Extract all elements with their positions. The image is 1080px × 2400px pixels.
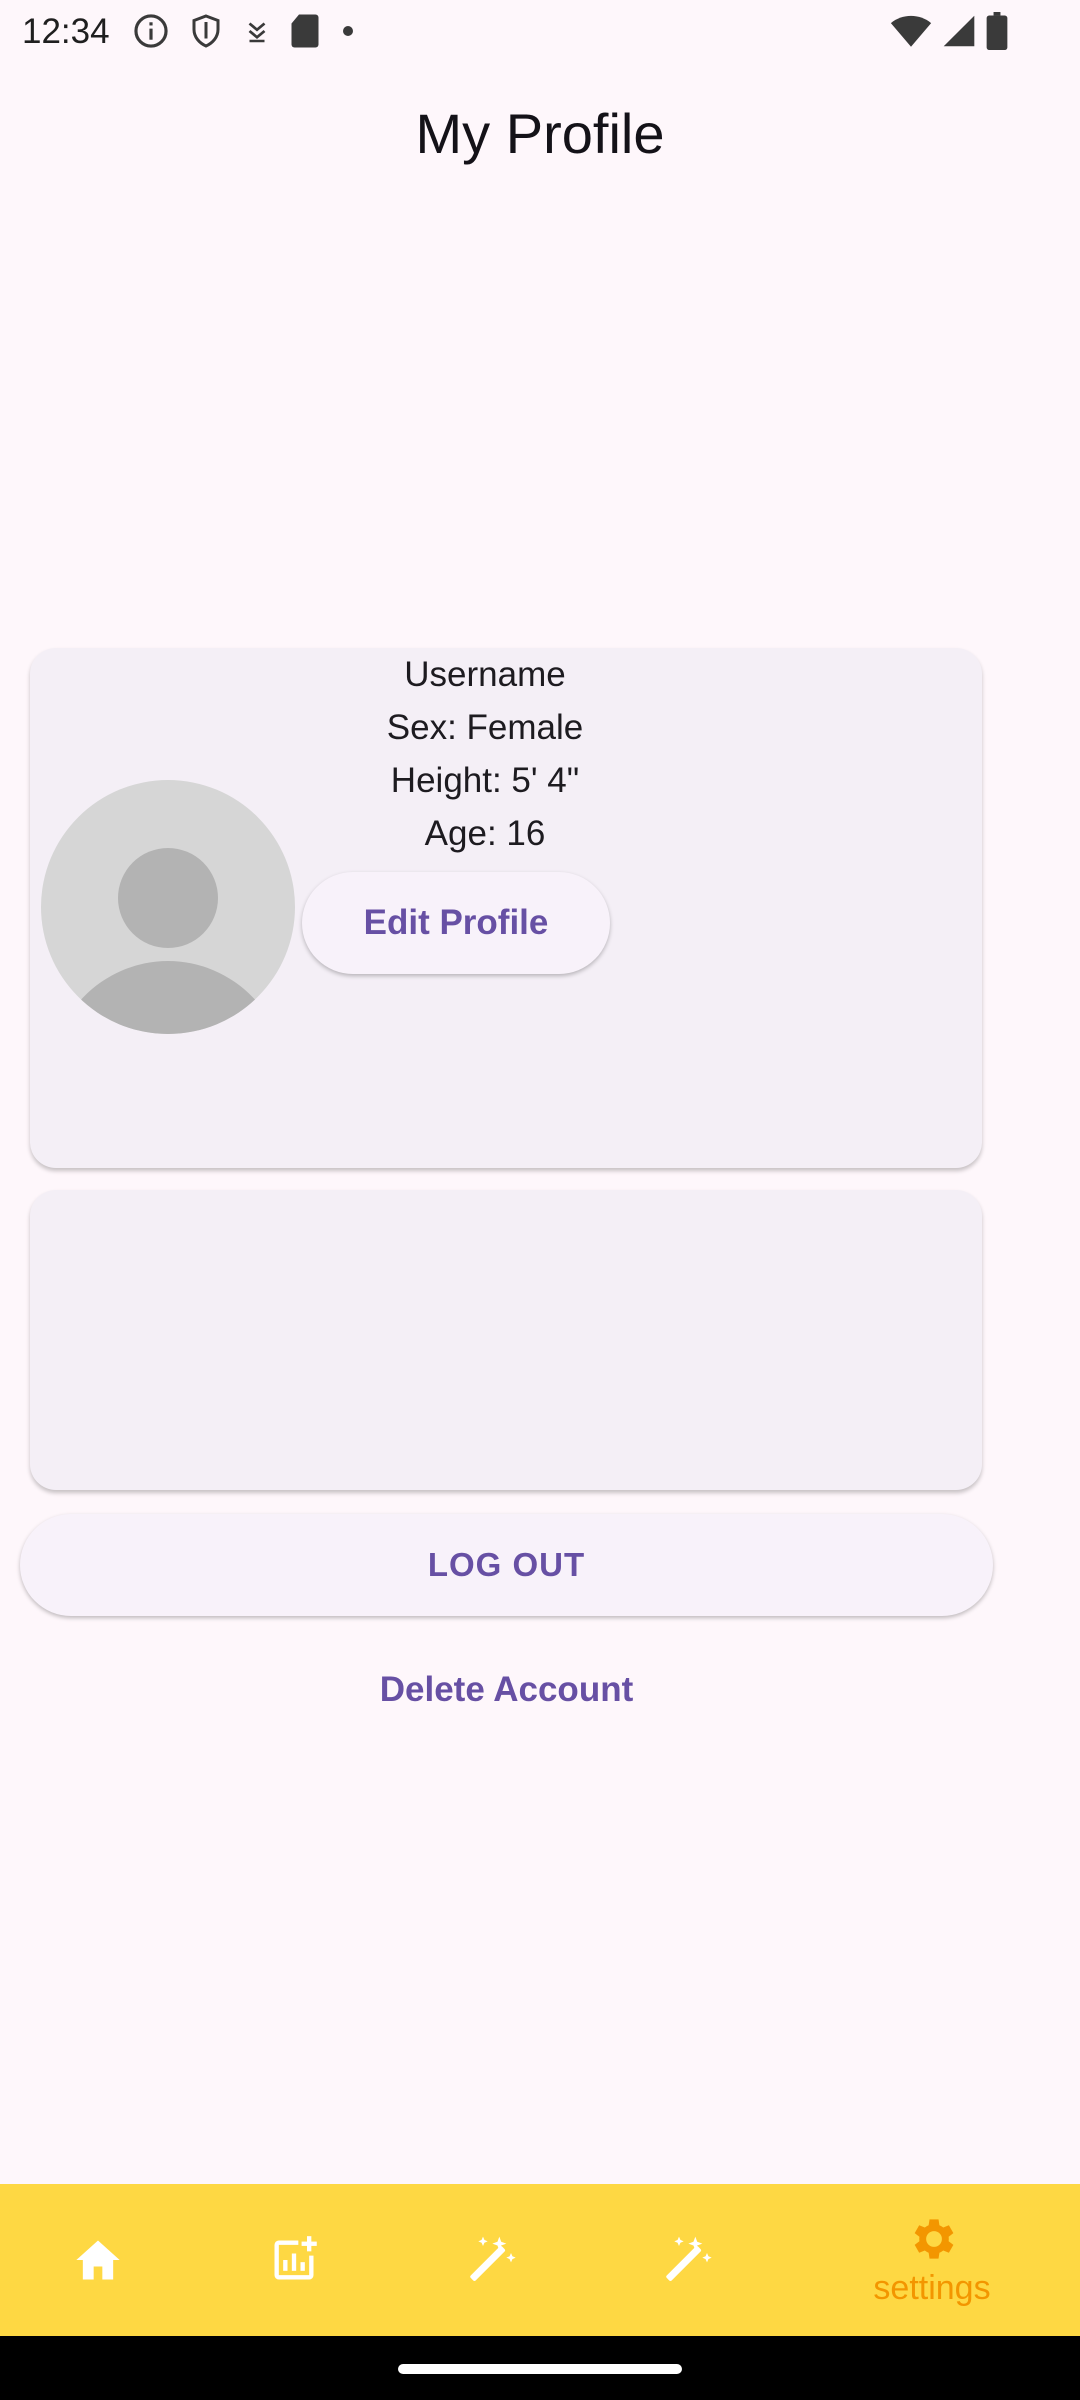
height-text: Height: 5' 4" — [390, 761, 580, 800]
avatar — [41, 780, 295, 1034]
nav-label-settings: settings — [873, 2269, 991, 2307]
sd-card-icon — [290, 13, 320, 54]
download-icon — [242, 14, 272, 53]
gesture-handle[interactable] — [398, 2364, 682, 2374]
home-icon — [76, 2240, 120, 2280]
info-icon — [132, 12, 170, 55]
sex-text: Sex: Female — [386, 708, 584, 747]
nav-item-settings[interactable]: settings — [852, 2184, 1012, 2336]
magic-wand-icon — [666, 2236, 712, 2281]
status-time: 12:34 — [22, 12, 110, 51]
gear-icon — [914, 2219, 954, 2259]
bottom-nav: settings — [0, 2184, 1080, 2336]
signal-icon — [942, 13, 976, 54]
dot-icon — [338, 21, 358, 46]
gesture-nav-area — [0, 2336, 1080, 2400]
person-icon — [58, 848, 278, 1034]
nav-item-magic-1[interactable] — [440, 2184, 540, 2336]
battery-icon — [986, 12, 1008, 55]
wifi-icon — [890, 13, 932, 54]
status-icons-right — [890, 12, 1008, 55]
page-title: My Profile — [415, 102, 665, 165]
age-text: Age: 16 — [424, 814, 546, 853]
logout-button[interactable]: LOG OUT — [20, 1514, 993, 1616]
nav-item-magic-2[interactable] — [636, 2184, 736, 2336]
username-text: Username — [404, 655, 566, 694]
status-bar: 12:34 — [0, 0, 1080, 64]
profile-screen: 12:34 My Profile Username Sex: Female He… — [0, 0, 1080, 2400]
nav-item-stats[interactable] — [244, 2184, 344, 2336]
empty-card — [30, 1190, 982, 1490]
profile-card: Username Sex: Female Height: 5' 4" Age: … — [30, 648, 982, 1168]
magic-wand-icon — [470, 2236, 516, 2281]
nav-item-home[interactable] — [48, 2184, 148, 2336]
status-icons-left — [132, 12, 358, 55]
profile-info: Username Sex: Female Height: 5' 4" Age: … — [275, 648, 695, 860]
edit-profile-button[interactable]: Edit Profile — [302, 872, 610, 974]
shield-icon — [188, 12, 224, 55]
chart-add-icon — [274, 2236, 317, 2280]
delete-account-button[interactable]: Delete Account — [0, 1660, 1013, 1720]
